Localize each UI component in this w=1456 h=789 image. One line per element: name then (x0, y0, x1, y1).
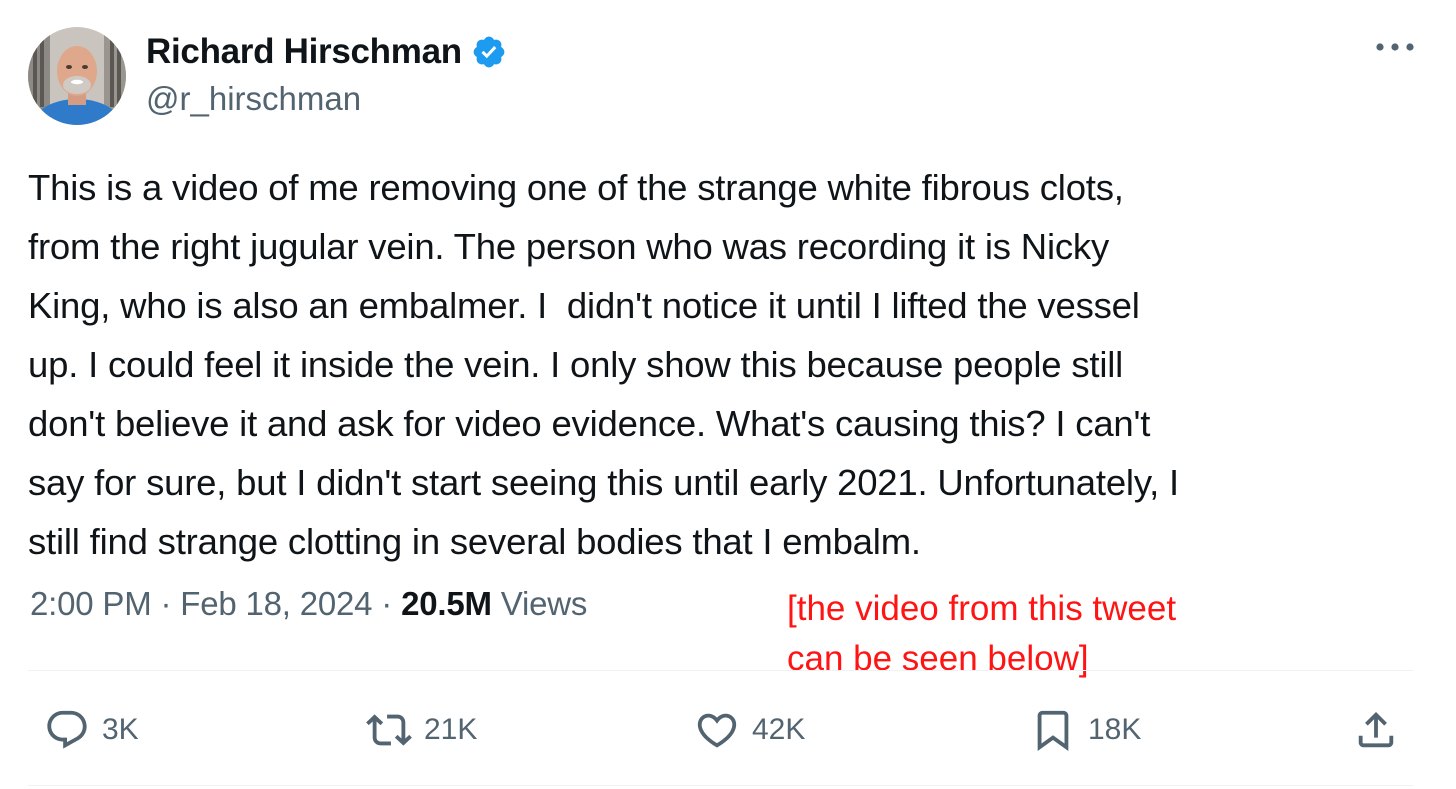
avatar-photo (28, 27, 126, 125)
author-name-row: Richard Hirschman (146, 30, 507, 74)
share-icon (1358, 711, 1394, 748)
red-annotation: [the video from this tweet can be seen b… (787, 584, 1347, 684)
like-count: 42K (752, 713, 806, 746)
bookmark-icon (1037, 710, 1069, 751)
author-handle[interactable]: @r_hirschman (146, 80, 361, 118)
like-button[interactable]: 42K (694, 700, 805, 760)
tweet-card: Richard Hirschman @r_hirschman This is a… (0, 0, 1456, 789)
tweet-date[interactable]: Feb 18, 2024 (180, 585, 372, 622)
divider (28, 785, 1413, 786)
tweet-meta: 2:00 PM · Feb 18, 2024 · 20.5M Views (30, 585, 587, 623)
retweet-count: 21K (424, 713, 478, 746)
heart-icon (697, 713, 737, 748)
reply-count: 3K (102, 713, 139, 746)
retweet-button[interactable]: 21K (366, 700, 477, 760)
bookmark-count: 18K (1088, 713, 1142, 746)
verified-badge-icon[interactable] (471, 34, 507, 70)
more-options-icon[interactable] (1372, 33, 1418, 61)
tweet-text: This is a video of me removing one of th… (28, 167, 1179, 562)
divider (28, 670, 1413, 671)
views-label: Views (500, 585, 588, 622)
tweet-time[interactable]: 2:00 PM (30, 585, 152, 622)
annotation-line: [the video from this tweet (787, 589, 1177, 628)
author-display-name[interactable]: Richard Hirschman (146, 32, 462, 72)
reply-button[interactable]: 3K (44, 700, 139, 760)
bookmark-button[interactable]: 18K (1030, 700, 1141, 760)
meta-separator: · (381, 585, 393, 622)
action-bar: 3K 21K 42K 18K (0, 700, 1456, 760)
meta-separator: · (160, 585, 172, 622)
reply-icon (47, 710, 87, 749)
avatar[interactable] (28, 27, 126, 125)
annotation-line: can be seen below] (787, 639, 1089, 678)
retweet-icon (366, 714, 412, 746)
share-button[interactable] (1353, 700, 1399, 760)
views-count: 20.5M (401, 585, 492, 622)
